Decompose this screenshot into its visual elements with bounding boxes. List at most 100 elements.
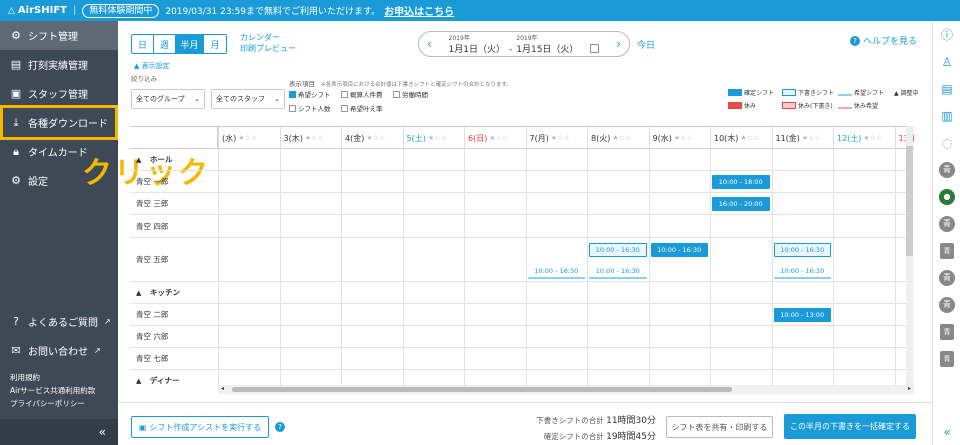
scroll-thumb[interactable] xyxy=(232,387,732,392)
day-header[interactable]: 11(金) ★☆☆ xyxy=(771,127,833,149)
info-icon[interactable]: ⓘ xyxy=(933,21,960,48)
day-header[interactable]: 9(水) ★☆☆ xyxy=(648,127,710,149)
chat-icon[interactable]: ◌ xyxy=(933,129,960,156)
share-print-button[interactable]: シフト表を共有・印刷する xyxy=(666,416,773,438)
contact-link[interactable]: ✉ お問い合わせ ↗ xyxy=(0,336,118,365)
section-label: ディナー xyxy=(150,376,180,385)
sidebar-item-staff[interactable]: ▣ スタッフ管理 xyxy=(0,79,118,108)
star-rating-icon[interactable]: ★☆☆ xyxy=(740,134,759,142)
checkbox[interactable] xyxy=(341,104,348,112)
day-header[interactable]: 5(土) ★☆☆ xyxy=(402,127,464,149)
star-rating-icon[interactable]: ★☆☆ xyxy=(489,134,508,142)
staff-avatar[interactable]: 青 xyxy=(933,210,960,237)
today-button[interactable]: 今日 xyxy=(637,38,655,51)
calendar-link[interactable]: カレンダー xyxy=(240,32,296,43)
star-rating-icon[interactable]: ★☆☆ xyxy=(551,134,570,142)
chevron-up-icon[interactable]: ▲ xyxy=(136,377,141,385)
scroll-left-icon[interactable]: ◂ xyxy=(221,385,224,392)
user-add-icon[interactable]: ♙ xyxy=(933,48,960,75)
day-header[interactable]: (水) ★☆☆ xyxy=(218,127,279,149)
expand-icon[interactable]: « xyxy=(933,418,960,445)
chevron-up-icon[interactable]: ▲ xyxy=(136,156,141,164)
run-assist-button[interactable]: ▣ シフト作成アシストを実行する xyxy=(131,416,269,438)
star-rating-icon[interactable]: ★☆☆ xyxy=(612,134,631,142)
chevron-up-icon[interactable]: ▲ xyxy=(136,289,141,297)
day-header[interactable]: 6(日) ★☆☆ xyxy=(464,127,525,149)
faq-link[interactable]: ? よくあるご質問 ↗ xyxy=(0,307,118,336)
legend-swatch xyxy=(782,89,796,96)
section-row[interactable]: ▲ キッチン xyxy=(130,282,906,304)
check-labor-cost[interactable]: 概算人件費 xyxy=(341,89,393,99)
day-header[interactable]: 4(金) ★☆☆ xyxy=(341,127,402,149)
staff-avatar[interactable]: 青 xyxy=(933,264,960,291)
checkbox[interactable] xyxy=(341,90,348,98)
group-select[interactable]: 全てのグループ ⌄ xyxy=(131,89,205,109)
check-wish-rate[interactable]: 希望叶え率 xyxy=(341,103,393,113)
star-rating-icon[interactable]: ★☆☆ xyxy=(366,134,385,142)
day-header[interactable]: 3(木) ★☆☆ xyxy=(279,127,341,149)
apply-link[interactable]: お申込はこちら xyxy=(384,3,454,18)
privacy-link[interactable]: プライバシーポリシー xyxy=(0,397,118,410)
wish-shift[interactable]: 10:00 - 16:30 xyxy=(527,265,585,279)
checkbox[interactable] xyxy=(289,104,296,112)
tab-day[interactable]: 日 xyxy=(132,35,154,53)
trial-message: 2019/03/31 23:59まで無料でご利用いただけます。 xyxy=(165,7,381,17)
staff-avatar[interactable]: 青 xyxy=(933,318,960,345)
scroll-right-icon[interactable]: ▸ xyxy=(908,385,911,392)
section-row[interactable]: ▲ ホール xyxy=(130,149,906,171)
scroll-thumb[interactable] xyxy=(906,146,913,256)
calendar-icon[interactable] xyxy=(590,44,600,53)
horizontal-scrollbar[interactable]: ◂ ▸ xyxy=(218,385,914,394)
check-wish-shift[interactable]: 希望シフト xyxy=(289,89,341,99)
confirm-all-button[interactable]: この半月の下書きを一括確定する xyxy=(784,414,916,439)
sidebar-item-attendance[interactable]: ▤ 打刻実績管理 xyxy=(0,50,118,79)
app-logo[interactable]: △ AirSHIFT xyxy=(0,5,67,16)
day-header[interactable]: 8(火) ★☆☆ xyxy=(587,127,648,149)
staff-avatar[interactable]: 青 xyxy=(933,156,960,183)
star-rating-icon[interactable]: ★☆☆ xyxy=(863,134,882,142)
document-settings-icon[interactable]: ▤ xyxy=(933,75,960,102)
draft-shift[interactable]: 10:00 - 16:30 xyxy=(589,243,647,257)
print-preview-link[interactable]: 印刷プレビュー xyxy=(240,43,296,54)
check-shift-count[interactable]: シフト人数 xyxy=(289,103,341,113)
prev-period-button[interactable]: ‹ xyxy=(427,37,432,51)
tab-month[interactable]: 月 xyxy=(204,35,226,53)
draft-shift[interactable]: 10:00 - 16:30 xyxy=(773,243,831,257)
checkbox[interactable] xyxy=(393,90,400,98)
checkbox[interactable] xyxy=(289,90,296,98)
staff-select[interactable]: 全てのスタッフ ⌄ xyxy=(211,89,285,109)
tab-week[interactable]: 週 xyxy=(154,35,176,53)
section-header[interactable] xyxy=(130,127,218,149)
star-rating-icon[interactable]: ★☆☆ xyxy=(305,134,324,142)
star-rating-icon[interactable]: ★☆☆ xyxy=(428,134,447,142)
star-rating-icon[interactable]: ★☆☆ xyxy=(802,134,821,142)
staff-avatar[interactable]: 青 xyxy=(933,345,960,372)
star-rating-icon[interactable]: ★☆☆ xyxy=(674,134,693,142)
tab-half-month[interactable]: 半月 xyxy=(176,35,204,53)
check-work-hours[interactable]: 労働時間 xyxy=(393,89,453,99)
vertical-scrollbar[interactable] xyxy=(906,126,913,388)
confirmed-shift[interactable]: 10:00 - 18:00 xyxy=(712,175,770,189)
next-period-button[interactable]: › xyxy=(616,37,621,51)
terms-link[interactable]: 利用規約 xyxy=(0,371,118,384)
star-rating-icon[interactable]: ★☆☆ xyxy=(238,134,257,142)
assist-help-icon[interactable]: ? xyxy=(275,422,285,432)
day-header[interactable]: 10(木) ★☆☆ xyxy=(710,127,771,149)
help-link[interactable]: ? ヘルプを見る xyxy=(850,34,917,47)
confirmed-shift[interactable]: 16:00 - 20:00 xyxy=(712,197,770,211)
confirmed-shift[interactable]: 10:00 - 13:00 xyxy=(773,308,831,322)
wish-shift[interactable]: 10:00 - 16:30 xyxy=(589,265,647,279)
staff-avatar[interactable]: 青 xyxy=(933,291,960,318)
wish-shift[interactable]: 10:00 - 16:30 xyxy=(773,265,831,279)
staff-avatar[interactable]: ● xyxy=(933,183,960,210)
staff-avatar[interactable]: 青 xyxy=(933,237,960,264)
display-settings-toggle[interactable]: ▲ 表示設定 xyxy=(134,61,170,71)
day-header[interactable]: 7(月) ★☆☆ xyxy=(525,127,587,149)
document-search-icon[interactable]: ▥ xyxy=(933,102,960,129)
confirmed-shift[interactable]: 10:00 - 16:30 xyxy=(650,243,708,257)
day-header[interactable]: 12(土) ★☆☆ xyxy=(833,127,894,149)
sidebar-collapse-button[interactable]: « xyxy=(0,419,118,445)
sidebar-item-shift[interactable]: ⚙ シフト管理 xyxy=(0,21,118,50)
common-terms-link[interactable]: Airサービス共通利用約款 xyxy=(0,384,118,397)
legend-swatch xyxy=(838,102,852,109)
